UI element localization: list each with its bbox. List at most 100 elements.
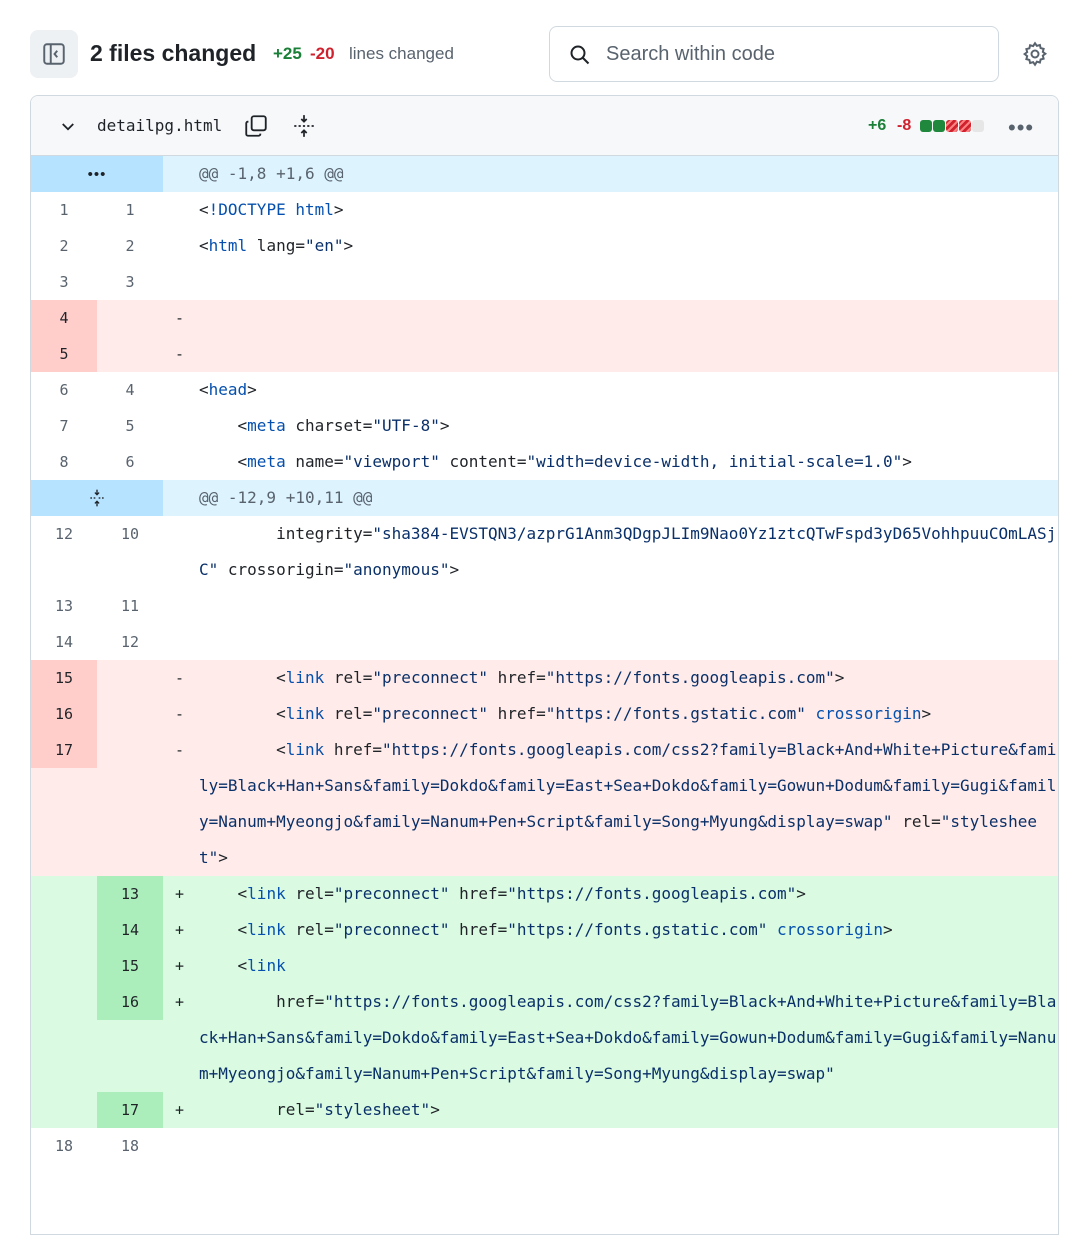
expand-up-down-button[interactable] xyxy=(31,480,163,516)
new-line-number[interactable]: 1 xyxy=(97,192,163,228)
context-line: 18 18 xyxy=(31,1128,1058,1164)
diff-toolbar: 2 files changed +25 -20 lines changed xyxy=(0,0,1075,95)
old-line-number[interactable]: 4 xyxy=(31,300,97,336)
toggle-file-tree-button[interactable] xyxy=(30,30,78,78)
context-line: 86 <meta name="viewport" content="width=… xyxy=(31,444,1058,480)
diff-table: ••• @@ -1,8 +1,6 @@ 1 1 <!DOCTYPE html> 2 2 <ht… xyxy=(31,156,1058,1164)
code-line-text xyxy=(199,336,1058,372)
old-line-number[interactable]: 8 xyxy=(31,444,97,480)
old-line-number[interactable]: 7 xyxy=(31,408,97,444)
diff-marker: - xyxy=(175,345,185,363)
new-line-number[interactable]: 3 xyxy=(97,264,163,300)
chevron-down-icon[interactable] xyxy=(59,118,77,136)
diff-marker: + xyxy=(175,885,185,903)
deleted-line: 4- xyxy=(31,300,1058,336)
old-line-number[interactable]: 18 xyxy=(31,1128,97,1164)
new-line-number[interactable]: 12 xyxy=(97,624,163,660)
code-line-text xyxy=(199,1128,1058,1164)
new-line-number[interactable]: 10 xyxy=(97,516,163,552)
diff-marker: + xyxy=(175,957,185,975)
new-line-number[interactable]: 4 xyxy=(97,372,163,408)
added-line: 16 + href="https://fonts.googleapis.com/c… xyxy=(31,984,1058,1092)
hunk-header-text: @@ -12,9 +10,11 @@ xyxy=(199,488,373,507)
diff-marker: - xyxy=(175,309,185,327)
context-line: 6 4 <head> xyxy=(31,372,1058,408)
diff-marker: + xyxy=(175,921,185,939)
context-line: 1 1 <!DOCTYPE html> xyxy=(31,192,1058,228)
more-options-icon[interactable]: ••• xyxy=(1008,115,1034,141)
old-line-number[interactable]: 5 xyxy=(31,336,97,372)
added-line: 13 + <link rel="preconnect" href="https:/… xyxy=(31,876,1058,912)
search-icon xyxy=(570,45,590,65)
total-deletions: -20 xyxy=(310,44,335,63)
hunk-header-row: ••• @@ -1,8 +1,6 @@ xyxy=(31,156,1058,192)
code-line-text: <html lang="en"> xyxy=(199,236,354,255)
new-line-number[interactable]: 5 xyxy=(97,408,163,444)
deleted-line: 5- xyxy=(31,336,1058,372)
code-line-text: <link rel="preconnect" href="https://fon… xyxy=(199,668,845,687)
new-line-number[interactable]: 14 xyxy=(97,912,163,948)
diff-marker: + xyxy=(175,1101,185,1119)
total-additions: +25 xyxy=(273,44,302,63)
code-line-text: <link href="https://fonts.googleapis.com… xyxy=(199,740,1057,867)
files-changed-count: 2 files changed xyxy=(90,40,257,66)
old-line-number[interactable]: 17 xyxy=(31,732,97,768)
diff-marker: - xyxy=(175,741,185,759)
code-line-text: rel="stylesheet"> xyxy=(199,1100,440,1119)
diffstat-block-add xyxy=(920,120,932,132)
added-line: 14 + <link rel="preconnect" href="https:/… xyxy=(31,912,1058,948)
old-line-number[interactable]: 1 xyxy=(31,192,97,228)
new-line-number[interactable]: 11 xyxy=(97,588,163,624)
context-line: 75 <meta charset="UTF-8"> xyxy=(31,408,1058,444)
copy-icon[interactable] xyxy=(243,113,269,139)
code-line-text xyxy=(199,264,1058,300)
old-line-number[interactable]: 3 xyxy=(31,264,97,300)
file-deletions: -8 xyxy=(897,117,912,134)
diffstat-block-neutral xyxy=(972,120,984,132)
old-line-number[interactable]: 16 xyxy=(31,696,97,732)
context-line: 14 12 xyxy=(31,624,1058,660)
code-line-text: <link rel="preconnect" href="https://fon… xyxy=(199,884,806,903)
hunk-header-text: @@ -1,8 +1,6 @@ xyxy=(199,164,344,183)
diffstat-block-del xyxy=(959,120,971,132)
old-line-number[interactable]: 12 xyxy=(31,516,97,552)
search-input[interactable] xyxy=(604,39,984,69)
code-line-text: href="https://fonts.googleapis.com/css2?… xyxy=(199,992,1057,1083)
file-header: detailpg.html +6 -8 ••• xyxy=(31,96,1058,156)
context-line: 13 11 xyxy=(31,588,1058,624)
diff-marker: + xyxy=(175,993,185,1011)
deleted-line: 15 - <link rel="preconnect" href="https:/… xyxy=(31,660,1058,696)
old-line-number[interactable]: 13 xyxy=(31,588,97,624)
new-line-number[interactable]: 2 xyxy=(97,228,163,264)
added-line: 15 + <link xyxy=(31,948,1058,984)
new-line-number[interactable]: 13 xyxy=(97,876,163,912)
new-line-number[interactable]: 17 xyxy=(97,1092,163,1128)
sidebar-toggle-icon xyxy=(43,43,65,65)
code-line-text xyxy=(199,300,1058,336)
search-box[interactable] xyxy=(549,26,999,82)
code-line-text: <meta name="viewport" content="width=dev… xyxy=(199,452,912,471)
new-line-number[interactable]: 15 xyxy=(97,948,163,984)
code-line-text: <meta charset="UTF-8"> xyxy=(199,416,450,435)
diffstat-bar xyxy=(920,120,984,132)
file-diff: detailpg.html +6 -8 ••• ••• @@ -1,8 +1,6 … xyxy=(30,95,1059,1235)
expand-all-icon[interactable] xyxy=(291,113,317,139)
new-line-number[interactable]: 18 xyxy=(97,1128,163,1164)
old-line-number[interactable]: 14 xyxy=(31,624,97,660)
code-line-text xyxy=(199,588,1058,624)
new-line-number[interactable]: 16 xyxy=(97,984,163,1020)
file-additions: +6 xyxy=(868,117,887,134)
file-name[interactable]: detailpg.html xyxy=(97,116,222,135)
context-line: 33 xyxy=(31,264,1058,300)
new-line-number[interactable]: 6 xyxy=(97,444,163,480)
gear-icon[interactable] xyxy=(1021,40,1049,68)
unfold-icon xyxy=(90,489,104,507)
expand-hunk-button[interactable]: ••• xyxy=(31,156,163,192)
old-line-number[interactable]: 2 xyxy=(31,228,97,264)
code-line-text: <link rel="preconnect" href="https://fon… xyxy=(199,920,893,939)
old-line-number[interactable]: 15 xyxy=(31,660,97,696)
diff-marker: - xyxy=(175,705,185,723)
old-line-number[interactable]: 6 xyxy=(31,372,97,408)
lines-changed-label: lines changed xyxy=(349,44,454,63)
added-line: 17 + rel="stylesheet"> xyxy=(31,1092,1058,1128)
